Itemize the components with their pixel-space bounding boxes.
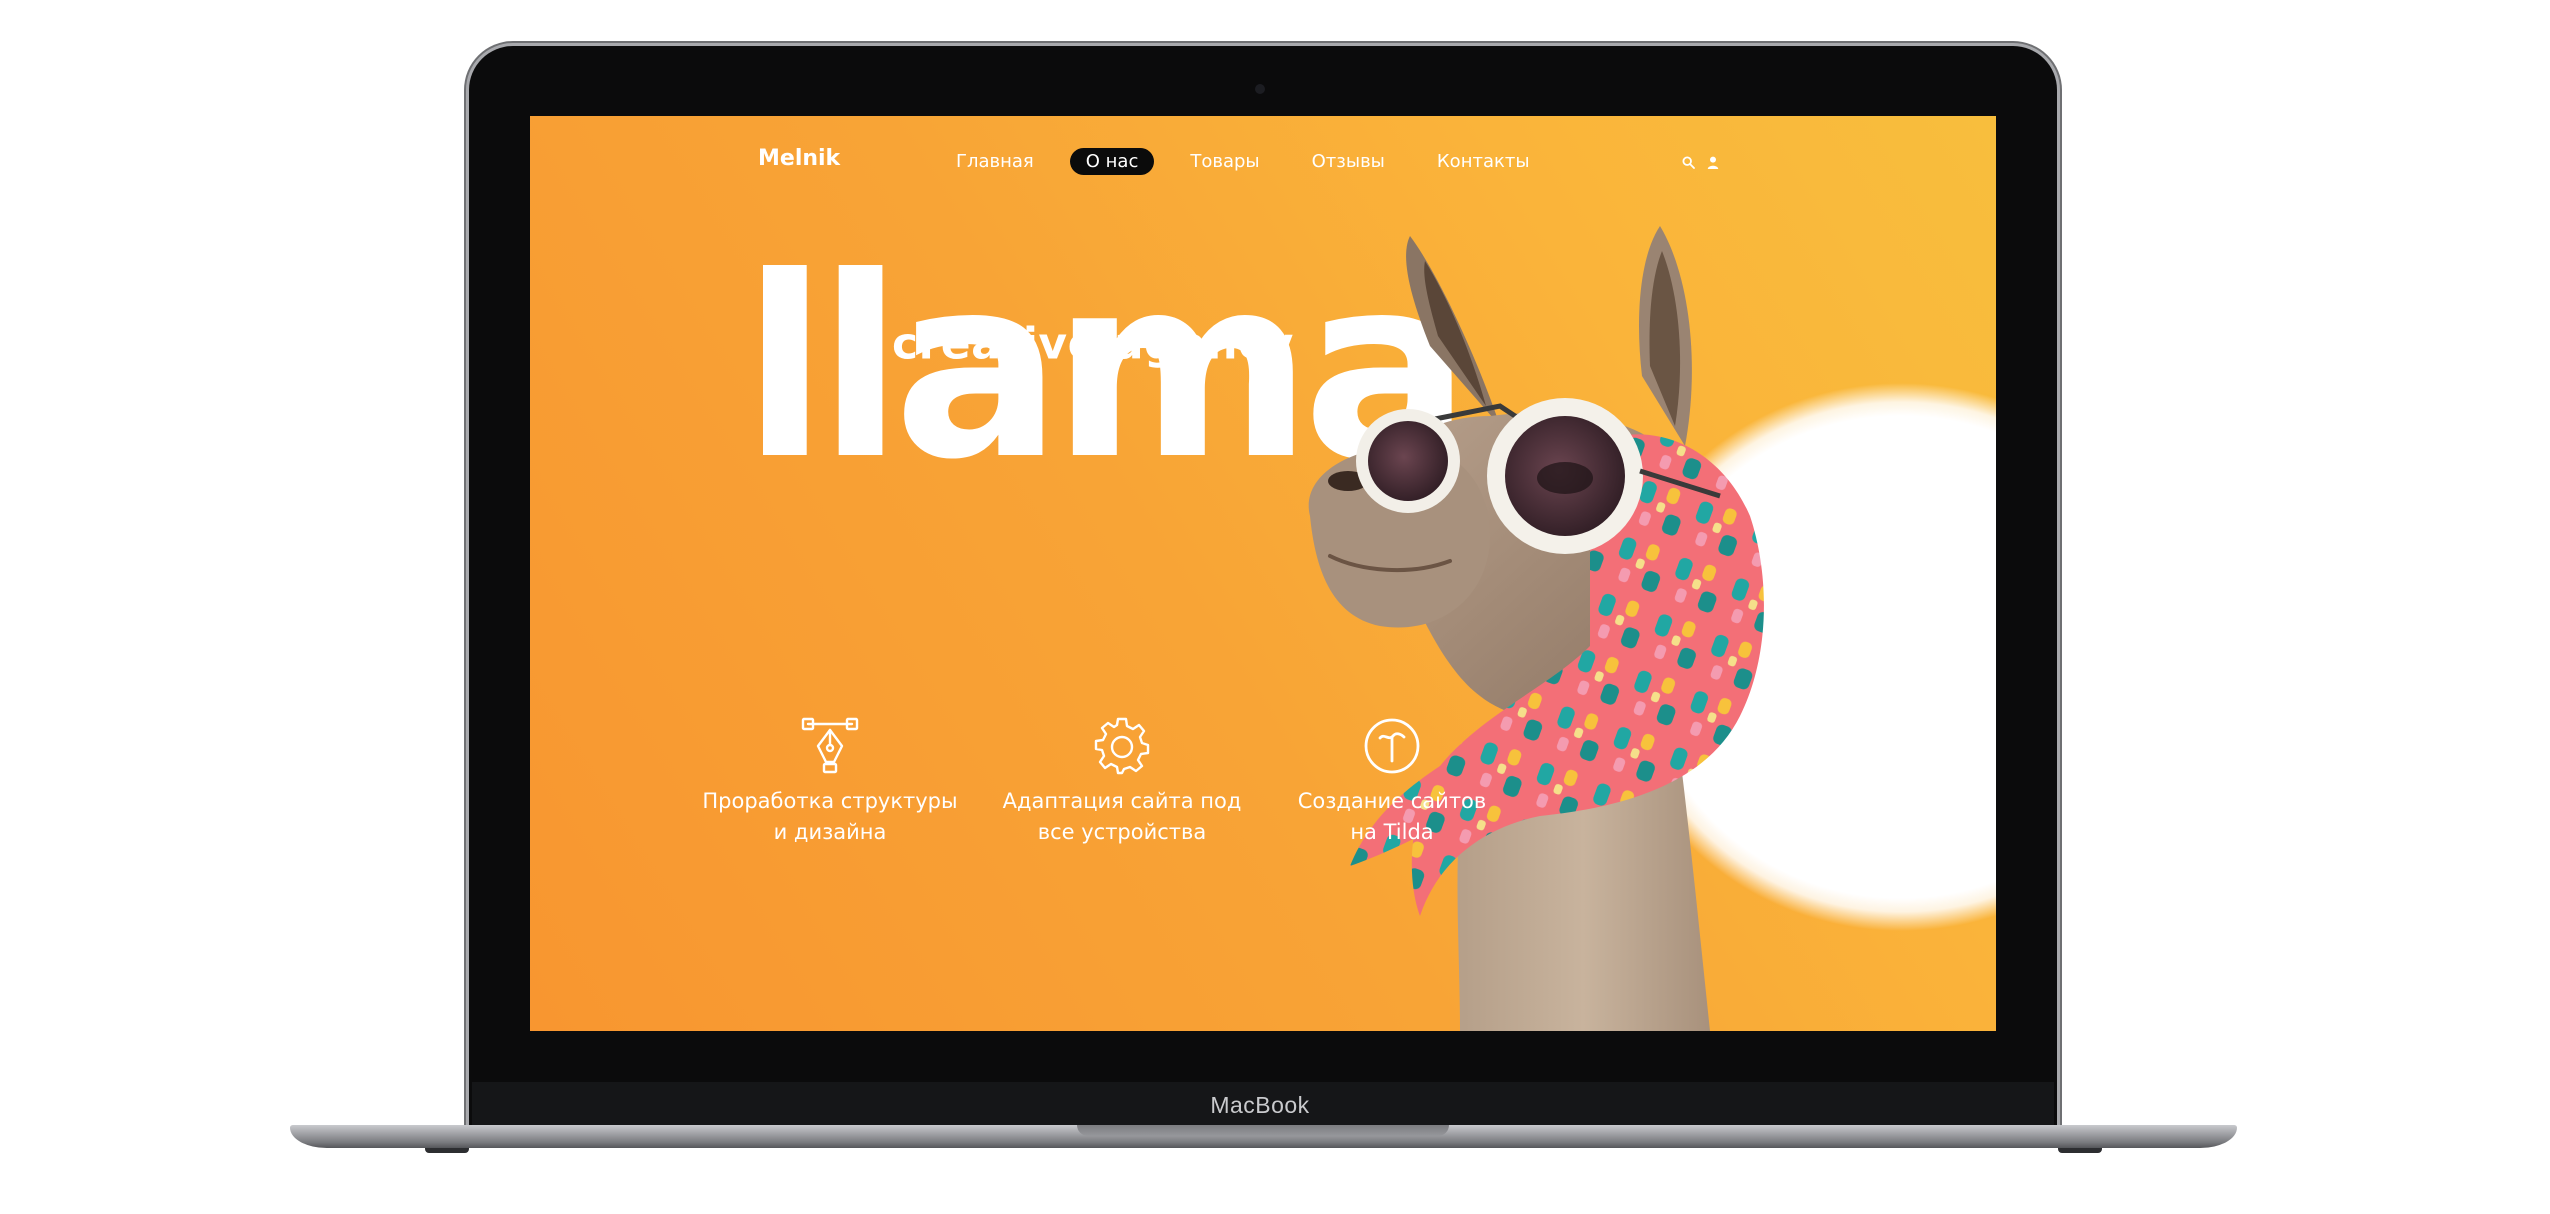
nav-icons [1682, 156, 1719, 169]
feature-tilda: Создание сайтов на Tilda [1262, 716, 1522, 848]
user-icon[interactable] [1707, 156, 1719, 169]
feature-label-line2: и дизайна [773, 820, 887, 844]
hero-subtitle: creative agency [892, 318, 1294, 370]
feature-responsive: Адаптация сайта под все устройства [992, 716, 1252, 848]
gear-icon [1094, 717, 1150, 775]
website-screen: Melnik Главная О нас Товары Отзывы Конта… [530, 116, 1996, 1031]
camera-icon [1255, 84, 1265, 94]
tilda-logo-icon [1364, 718, 1420, 774]
feature-label-line2: все устройства [1037, 820, 1207, 844]
laptop-foot-right [2058, 1148, 2102, 1153]
nav-item-products[interactable]: Товары [1174, 148, 1275, 175]
search-icon[interactable] [1682, 156, 1695, 169]
laptop-base-notch [1077, 1125, 1449, 1136]
main-nav: Главная О нас Товары Отзывы Контакты [940, 148, 1566, 175]
llama-illustration [1308, 226, 1764, 1031]
nav-item-home[interactable]: Главная [940, 148, 1050, 175]
laptop-brand-label: MacBook [1210, 1092, 1310, 1118]
site-logo[interactable]: Melnik [758, 146, 840, 171]
feature-structure-design: Проработка структуры и дизайна [700, 716, 960, 848]
nav-item-contacts[interactable]: Контакты [1421, 148, 1546, 175]
laptop-mockup: Melnik Главная О нас Товары Отзывы Конта… [0, 0, 2550, 1214]
laptop-foot-left [425, 1148, 469, 1153]
nav-item-reviews[interactable]: Отзывы [1296, 148, 1401, 175]
feature-label-line2: на Tilda [1350, 820, 1434, 844]
pen-tool-icon [801, 717, 859, 774]
feature-label-line1: Адаптация сайта под [1002, 789, 1242, 813]
feature-label-line1: Создание сайтов [1297, 789, 1487, 813]
feature-label-line1: Проработка структуры [702, 789, 958, 813]
nav-item-about[interactable]: О нас [1069, 148, 1155, 175]
